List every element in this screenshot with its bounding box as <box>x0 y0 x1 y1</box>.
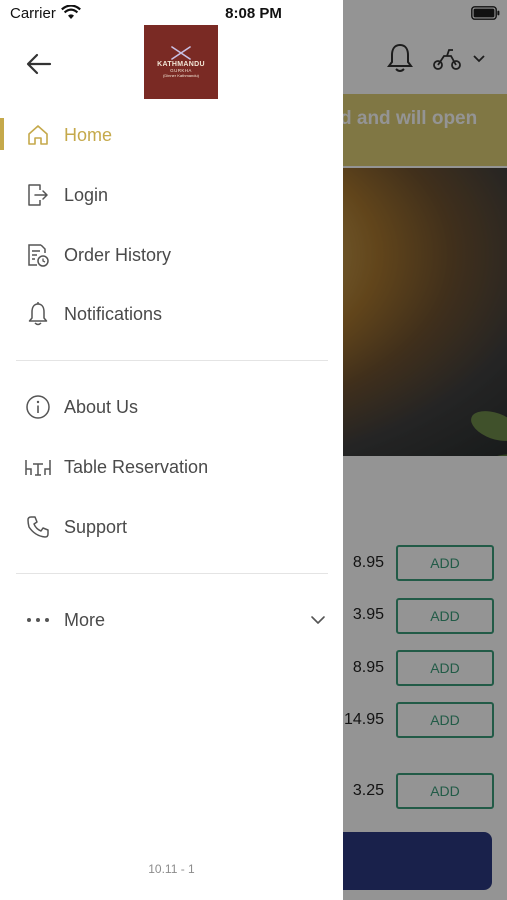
menu-label-order-history: Order History <box>64 244 172 265</box>
menu-item-more[interactable]: More <box>0 595 343 645</box>
menu-item-home[interactable]: Home <box>0 110 343 160</box>
menu-label-home: Home <box>64 124 113 145</box>
chevron-down-icon[interactable] <box>310 614 326 626</box>
restaurant-logo: KATHMANDU GURKHA (Dinner Kathmandu) <box>144 25 218 99</box>
status-bar: Carrier 8:08 PM <box>0 0 507 28</box>
back-button[interactable] <box>22 48 56 80</box>
logo-line-3: (Dinner Kathmandu) <box>162 73 200 78</box>
menu-divider <box>16 573 328 574</box>
app-version: 10.11 - 1 <box>148 862 195 876</box>
menu-label-about-us: About Us <box>64 396 139 417</box>
menu-label-support: Support <box>64 516 128 537</box>
menu-item-order-history[interactable]: Order History <box>0 230 343 280</box>
more-dots-icon <box>24 606 52 634</box>
bell-icon <box>24 300 52 328</box>
menu-item-notifications[interactable]: Notifications <box>0 289 343 339</box>
home-icon <box>24 121 52 149</box>
menu-item-support[interactable]: Support <box>0 502 343 552</box>
menu-item-about-us[interactable]: About Us <box>0 382 343 432</box>
info-icon <box>24 393 52 421</box>
menu-label-table-reservation: Table Reservation <box>64 456 209 477</box>
table-icon <box>24 453 52 481</box>
menu-divider <box>16 360 328 361</box>
menu-label-notifications: Notifications <box>64 303 163 324</box>
crossed-knives-icon <box>171 46 191 60</box>
arrow-left-icon <box>26 53 52 75</box>
menu-label-more: More <box>64 609 106 630</box>
clock: 8:08 PM <box>225 5 282 22</box>
menu-label-login: Login <box>64 184 109 205</box>
logo-line-1: KATHMANDU <box>157 61 205 68</box>
menu-item-table-reservation[interactable]: Table Reservation <box>0 442 343 492</box>
menu-item-login[interactable]: Login <box>0 170 343 220</box>
navigation-drawer: KATHMANDU GURKHA (Dinner Kathmandu) Home… <box>0 0 343 900</box>
login-icon <box>24 181 52 209</box>
battery-icon <box>471 6 500 20</box>
phone-icon <box>24 513 52 541</box>
order-history-icon <box>24 241 52 269</box>
